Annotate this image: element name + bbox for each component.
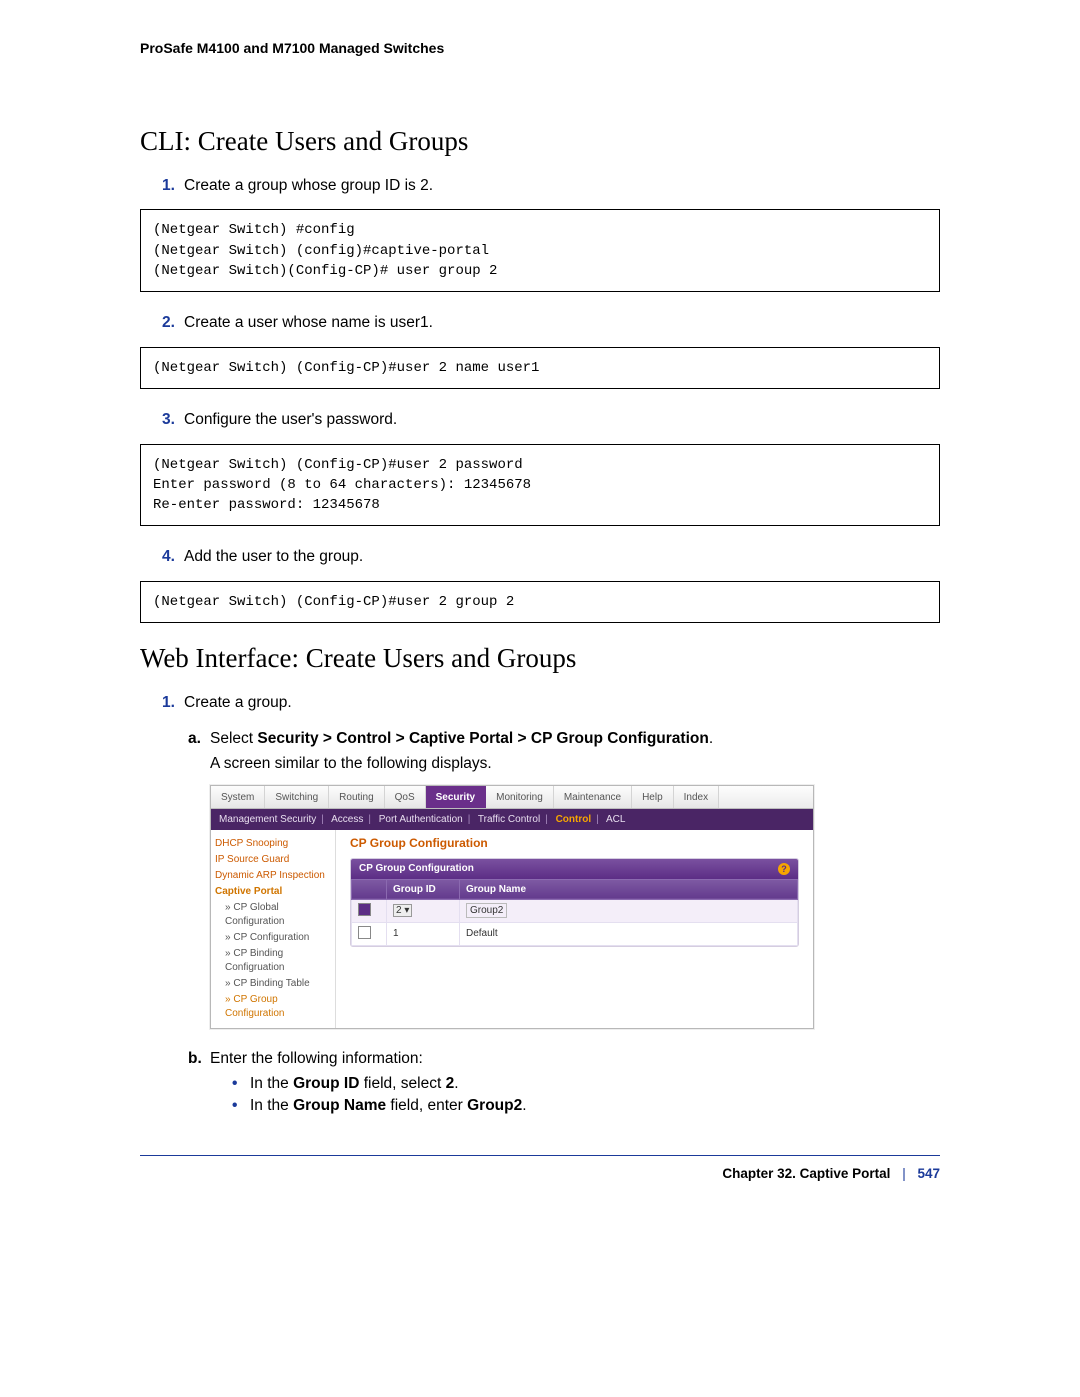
embedded-screenshot: System Switching Routing QoS Security Mo…: [210, 785, 814, 1029]
config-panel: CP Group Configuration ? Group ID Group …: [350, 858, 799, 947]
cell-group-name: Default: [460, 922, 798, 945]
footer-rule: [140, 1155, 940, 1156]
substep-text: Select Security > Control > Captive Port…: [210, 727, 940, 750]
step-number: 1.: [162, 175, 184, 197]
subnav-item[interactable]: Access: [331, 814, 363, 825]
tab-maintenance[interactable]: Maintenance: [554, 786, 632, 808]
list-item: 4. Add the user to the group.: [162, 546, 940, 568]
screen-note: A screen similar to the following displa…: [210, 755, 940, 773]
subnav-item-active[interactable]: Control: [556, 814, 592, 825]
bullet-item: • In the Group ID field, select 2.: [232, 1075, 940, 1093]
table-row-input: 2 ▾ Group2: [352, 899, 798, 922]
step-number: 3.: [162, 409, 184, 431]
section-heading-cli: CLI: Create Users and Groups: [140, 126, 940, 157]
bullet-icon: •: [232, 1075, 250, 1093]
tab-help[interactable]: Help: [632, 786, 674, 808]
text: Select: [210, 730, 257, 747]
main-tabs: System Switching Routing QoS Security Mo…: [211, 786, 813, 809]
subnav-item[interactable]: Port Authentication: [379, 814, 463, 825]
code-block: (Netgear Switch) (Config-CP)#user 2 name…: [140, 347, 940, 389]
step-text: Create a group.: [184, 692, 940, 714]
substep-label: a.: [188, 727, 210, 750]
tab-qos[interactable]: QoS: [385, 786, 426, 808]
page-footer: Chapter 32. Captive Portal | 547: [140, 1166, 940, 1181]
text: .: [709, 730, 713, 747]
subnav-item[interactable]: Management Security: [219, 814, 316, 825]
section-heading-web: Web Interface: Create Users and Groups: [140, 643, 940, 674]
footer-page-number: 547: [917, 1166, 940, 1181]
sidebar-item[interactable]: DHCP Snooping: [215, 836, 331, 852]
sidebar-item[interactable]: » CP Binding Table: [215, 976, 331, 992]
sidebar-item-captive-portal[interactable]: Captive Portal: [215, 884, 331, 900]
sidebar-item-cp-group-config[interactable]: » CP Group Configuration: [215, 992, 331, 1022]
list-item: 3. Configure the user's password.: [162, 409, 940, 431]
sidebar-item[interactable]: IP Source Guard: [215, 852, 331, 868]
list-item: 2. Create a user whose name is user1.: [162, 312, 940, 334]
help-icon[interactable]: ?: [778, 863, 790, 875]
tab-system[interactable]: System: [211, 786, 265, 808]
step-text: Configure the user's password.: [184, 409, 940, 431]
side-nav: DHCP Snooping IP Source Guard Dynamic AR…: [211, 830, 336, 1028]
step-text: Create a user whose name is user1.: [184, 312, 940, 334]
subnav-item[interactable]: ACL: [606, 814, 625, 825]
footer-chapter: Chapter 32. Captive Portal: [722, 1166, 890, 1181]
step-number: 1.: [162, 692, 184, 714]
sidebar-item[interactable]: » CP Global Configuration: [215, 900, 331, 930]
col-group-name: Group Name: [460, 879, 798, 899]
sidebar-item[interactable]: » CP Binding Configruation: [215, 946, 331, 976]
subnav-item[interactable]: Traffic Control: [478, 814, 540, 825]
substep-a: a. Select Security > Control > Captive P…: [188, 727, 940, 750]
list-item: 1. Create a group.: [162, 692, 940, 714]
tab-switching[interactable]: Switching: [265, 786, 329, 808]
bullet-text: In the Group ID field, select 2.: [250, 1075, 940, 1093]
row-checkbox[interactable]: [358, 926, 371, 939]
substep-label: b.: [188, 1047, 210, 1070]
nav-path: Security > Control > Captive Portal > CP…: [257, 730, 708, 747]
bullet-text: In the Group Name field, enter Group2.: [250, 1097, 940, 1115]
step-text: Create a group whose group ID is 2.: [184, 175, 940, 197]
code-block: (Netgear Switch) (Config-CP)#user 2 grou…: [140, 581, 940, 623]
substep-text: Enter the following information:: [210, 1047, 940, 1070]
step-number: 2.: [162, 312, 184, 334]
bullet-item: • In the Group Name field, enter Group2.: [232, 1097, 940, 1115]
row-checkbox[interactable]: [358, 903, 371, 916]
tab-security[interactable]: Security: [426, 786, 486, 808]
group-name-input[interactable]: Group2: [466, 903, 507, 918]
tab-monitoring[interactable]: Monitoring: [486, 786, 554, 808]
step-number: 4.: [162, 546, 184, 568]
col-select: [352, 879, 387, 899]
group-table: Group ID Group Name 2 ▾ Group2 1 Default: [351, 879, 798, 946]
tab-routing[interactable]: Routing: [329, 786, 384, 808]
panel-title: CP Group Configuration: [350, 836, 799, 850]
cell-group-id: 1: [387, 922, 460, 945]
panel-head-label: CP Group Configuration: [359, 863, 474, 874]
col-group-id: Group ID: [387, 879, 460, 899]
group-id-select[interactable]: 2 ▾: [393, 904, 412, 917]
code-block: (Netgear Switch) #config (Netgear Switch…: [140, 209, 940, 292]
list-item: 1. Create a group whose group ID is 2.: [162, 175, 940, 197]
step-text: Add the user to the group.: [184, 546, 940, 568]
document-header: ProSafe M4100 and M7100 Managed Switches: [140, 40, 940, 56]
table-row: 1 Default: [352, 922, 798, 945]
code-block: (Netgear Switch) (Config-CP)#user 2 pass…: [140, 444, 940, 527]
sub-nav: Management Security| Access| Port Authen…: [211, 809, 813, 830]
sidebar-item[interactable]: » CP Configuration: [215, 930, 331, 946]
substep-b: b. Enter the following information:: [188, 1047, 940, 1070]
bullet-icon: •: [232, 1097, 250, 1115]
sidebar-item[interactable]: Dynamic ARP Inspection: [215, 868, 331, 884]
tab-index[interactable]: Index: [674, 786, 719, 808]
